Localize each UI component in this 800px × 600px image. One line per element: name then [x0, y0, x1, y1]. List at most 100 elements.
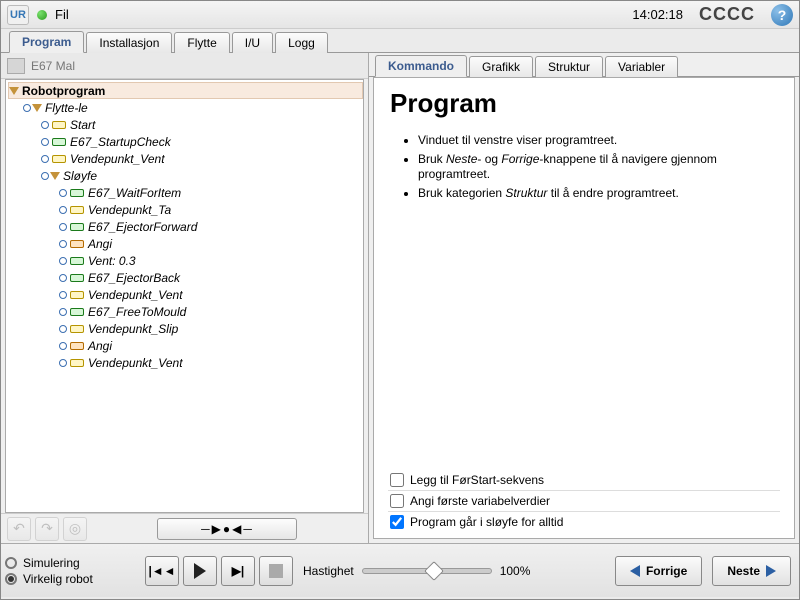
real-robot-label: Virkelig robot: [23, 572, 93, 586]
tree-node-label: E67_StartupCheck: [70, 135, 171, 149]
tree-node-label: Flytte-le: [45, 101, 88, 115]
node-type-icon: [52, 138, 66, 146]
tree-node[interactable]: E67_WaitForItem: [8, 184, 363, 201]
option-label: Legg til FørStart-sekvens: [410, 473, 544, 487]
option-checkbox[interactable]: [390, 494, 404, 508]
disk-icon: [7, 58, 25, 74]
main-tab-logg[interactable]: Logg: [275, 32, 328, 53]
node-handle-icon: [58, 205, 68, 215]
option-checkbox[interactable]: [390, 473, 404, 487]
sub-tab-struktur[interactable]: Struktur: [535, 56, 603, 77]
redo-button[interactable]: ↷: [35, 517, 59, 541]
main-tab-program[interactable]: Program: [9, 31, 84, 53]
tree-root[interactable]: Robotprogram: [8, 82, 363, 99]
tree-node[interactable]: Vendepunkt_Vent: [8, 150, 363, 167]
tree-node[interactable]: Vent: 0.3: [8, 252, 363, 269]
node-type-icon: [52, 155, 66, 163]
sequence-button[interactable]: ─▶●◀─: [157, 518, 297, 540]
left-pane: E67 Mal Robotprogram Flytte-leStart E67_St…: [1, 53, 369, 543]
tree-node[interactable]: Flytte-le: [8, 99, 363, 116]
next-button[interactable]: Neste: [712, 556, 791, 586]
node-type-icon: [70, 342, 84, 350]
node-type-icon: [70, 308, 84, 316]
speed-control: Hastighet 100%: [303, 564, 530, 578]
arrow-right-icon: [766, 565, 776, 577]
node-type-icon: [70, 291, 84, 299]
play-controls: |◄◄ ▶|: [145, 556, 293, 586]
undo-button[interactable]: ↶: [7, 517, 31, 541]
option-label: Angi første variabelverdier: [410, 494, 550, 508]
footer: Simulering Virkelig robot |◄◄ ▶| Hastigh…: [1, 543, 799, 597]
tree-node[interactable]: E67_FreeToMould: [8, 303, 363, 320]
real-robot-radio[interactable]: Virkelig robot: [5, 572, 135, 586]
tree-node[interactable]: Start: [8, 116, 363, 133]
program-tree[interactable]: Robotprogram Flytte-leStart E67_StartupChe…: [5, 79, 364, 513]
expand-icon: [32, 104, 42, 112]
play-button[interactable]: [183, 556, 217, 586]
tree-node[interactable]: Sløyfe: [8, 167, 363, 184]
simulation-radio[interactable]: Simulering: [5, 556, 135, 570]
node-handle-icon: [58, 188, 68, 198]
sub-tab-grafikk[interactable]: Grafikk: [469, 56, 533, 77]
tree-node-label: E67_EjectorForward: [88, 220, 197, 234]
speed-value: 100%: [500, 564, 531, 578]
tree-node[interactable]: E67_EjectorBack: [8, 269, 363, 286]
node-type-icon: [70, 206, 84, 214]
expand-icon: [50, 172, 60, 180]
tree-node[interactable]: Vendepunkt_Vent: [8, 286, 363, 303]
file-menu[interactable]: Fil: [55, 7, 69, 22]
tree-node[interactable]: Vendepunkt_Slip: [8, 320, 363, 337]
node-handle-icon: [58, 256, 68, 266]
sub-tabs: KommandoGrafikkStrukturVariabler: [369, 53, 799, 77]
hint-item: Bruk Neste- og Forrige-knappene til å na…: [418, 152, 780, 182]
tree-toolbar: ↶ ↷ ◎ ─▶●◀─: [1, 513, 368, 543]
arrow-left-icon: [630, 565, 640, 577]
next-button-label: Neste: [727, 564, 760, 578]
file-row[interactable]: E67 Mal: [1, 53, 368, 79]
option-row: Angi første variabelverdier: [388, 490, 780, 511]
node-handle-icon: [40, 154, 50, 164]
tree-node[interactable]: E67_StartupCheck: [8, 133, 363, 150]
slider-thumb-icon[interactable]: [424, 561, 444, 581]
main-tab-flytte[interactable]: Flytte: [174, 32, 229, 53]
help-button[interactable]: ?: [771, 4, 793, 26]
main-tab-installasjon[interactable]: Installasjon: [86, 32, 172, 53]
tree-node[interactable]: Angi: [8, 235, 363, 252]
tree-node[interactable]: Vendepunkt_Ta: [8, 201, 363, 218]
stop-button[interactable]: [259, 556, 293, 586]
node-type-icon: [70, 189, 84, 197]
tree-node-label: Sløyfe: [63, 169, 97, 183]
tree-node[interactable]: Vendepunkt_Vent: [8, 354, 363, 371]
node-handle-icon: [58, 222, 68, 232]
main-tab-i/u[interactable]: I/U: [232, 32, 273, 53]
node-handle-icon: [58, 307, 68, 317]
expand-icon: [9, 87, 19, 95]
right-pane: KommandoGrafikkStrukturVariabler Program…: [369, 53, 799, 543]
option-row: Legg til FørStart-sekvens: [388, 470, 780, 490]
node-type-icon: [70, 274, 84, 282]
tree-node[interactable]: E67_EjectorForward: [8, 218, 363, 235]
node-handle-icon: [58, 324, 68, 334]
tree-node[interactable]: Angi: [8, 337, 363, 354]
node-handle-icon: [58, 239, 68, 249]
command-panel: Program Vinduet til venstre viser progra…: [373, 77, 795, 539]
previous-button[interactable]: Forrige: [615, 556, 702, 586]
radio-icon: [5, 573, 17, 585]
node-handle-icon: [58, 341, 68, 351]
ur-logo: UR: [7, 5, 29, 25]
tree-node-label: Vendepunkt_Vent: [70, 152, 165, 166]
main-tabs: ProgramInstallasjonFlytteI/ULogg: [1, 29, 799, 53]
skip-back-button[interactable]: |◄◄: [145, 556, 179, 586]
previous-button-label: Forrige: [646, 564, 687, 578]
target-button[interactable]: ◎: [63, 517, 87, 541]
option-checkbox[interactable]: [390, 515, 404, 529]
speed-slider[interactable]: [362, 568, 492, 574]
skip-forward-button[interactable]: ▶|: [221, 556, 255, 586]
sub-tab-variabler[interactable]: Variabler: [605, 56, 678, 77]
program-file-name: E67 Mal: [31, 59, 75, 73]
node-handle-icon: [22, 103, 32, 113]
menubar: UR Fil 14:02:18 CCCC ?: [1, 1, 799, 29]
play-icon: [194, 563, 206, 579]
sub-tab-kommando[interactable]: Kommando: [375, 55, 467, 77]
hint-item: Bruk kategorien Struktur til å endre pro…: [418, 186, 780, 201]
